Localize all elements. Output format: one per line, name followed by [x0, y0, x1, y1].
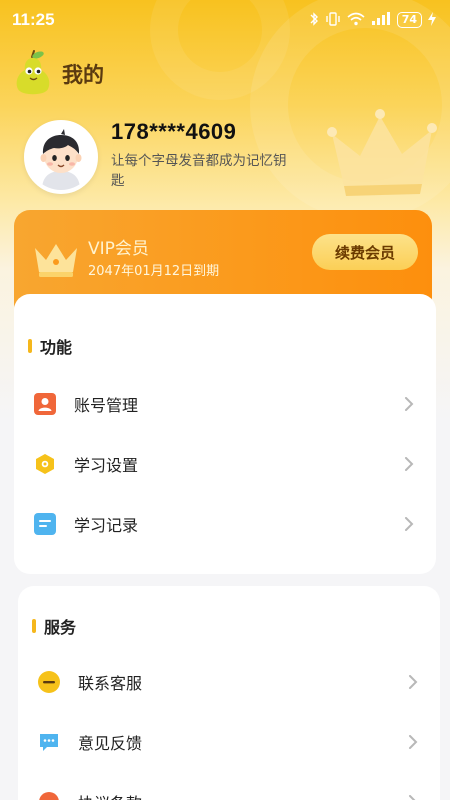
function-item-study-record[interactable]: 学习记录: [14, 500, 436, 548]
service-item-label: 协议条款: [78, 790, 408, 800]
settings-icon: [34, 453, 56, 475]
status-bar: 11:25 74: [0, 0, 450, 40]
functions-section-title: 功能: [28, 334, 72, 358]
user-motto: 让每个字母发音都成为记忆钥匙: [111, 153, 287, 189]
service-item-label: 联系客服: [78, 674, 143, 693]
section-accent-bar: [28, 339, 32, 353]
page-header: 我的: [12, 48, 104, 100]
service-item-customer-service[interactable]: 联系客服: [18, 658, 440, 706]
chevron-right-icon: [409, 735, 418, 749]
function-item-study-settings[interactable]: 学习设置: [14, 440, 436, 488]
chevron-right-icon: [405, 457, 414, 471]
customer-service-icon: [38, 671, 60, 693]
chevron-right-icon: [405, 517, 414, 531]
vip-crown-icon: [35, 244, 77, 277]
chevron-right-icon: [409, 795, 416, 800]
functions-card: 功能 账号管理 学习设置 学习记录: [14, 294, 436, 574]
feedback-icon: [38, 731, 60, 753]
functions-title-label: 功能: [40, 338, 73, 357]
agreement-icon: [38, 791, 60, 800]
record-icon: [34, 513, 56, 535]
services-section-title: 服务: [32, 614, 76, 638]
service-item-feedback[interactable]: 意见反馈: [18, 718, 440, 766]
page-title: 我的: [62, 63, 104, 87]
status-icons: 74: [309, 11, 436, 29]
avatar[interactable]: [24, 120, 98, 194]
function-item-label: 学习记录: [74, 516, 139, 535]
function-item-label: 账号管理: [74, 396, 139, 415]
boy-avatar-icon: [28, 124, 94, 190]
renew-vip-button[interactable]: 续费会员: [312, 234, 418, 270]
vip-title: VIP会员: [88, 239, 149, 259]
services-card: 服务 联系客服 意见反馈 协议条款: [18, 586, 440, 800]
battery-indicator: 74: [396, 12, 422, 28]
account-icon: [34, 393, 56, 415]
signal-icon: [371, 11, 391, 29]
crown-decoration-icon: [327, 109, 437, 196]
service-item-label: 意见反馈: [78, 734, 143, 753]
chevron-right-icon: [409, 675, 418, 689]
pear-mascot-icon: [16, 50, 50, 95]
chevron-right-icon: [405, 397, 414, 411]
bluetooth-icon: [309, 11, 319, 29]
section-accent-bar: [32, 619, 36, 633]
wifi-icon: [347, 12, 365, 29]
function-item-label: 学习设置: [74, 456, 139, 475]
services-title-label: 服务: [44, 618, 77, 637]
status-time: 11:25: [12, 10, 55, 29]
user-phone: 178****4609: [111, 119, 237, 144]
service-item-agreement[interactable]: 协议条款: [18, 778, 440, 800]
vibrate-icon: [325, 11, 341, 29]
function-item-account[interactable]: 账号管理: [14, 380, 436, 428]
vip-expire-date: 2047年01月12日到期: [88, 264, 220, 279]
charging-icon: [428, 11, 436, 29]
